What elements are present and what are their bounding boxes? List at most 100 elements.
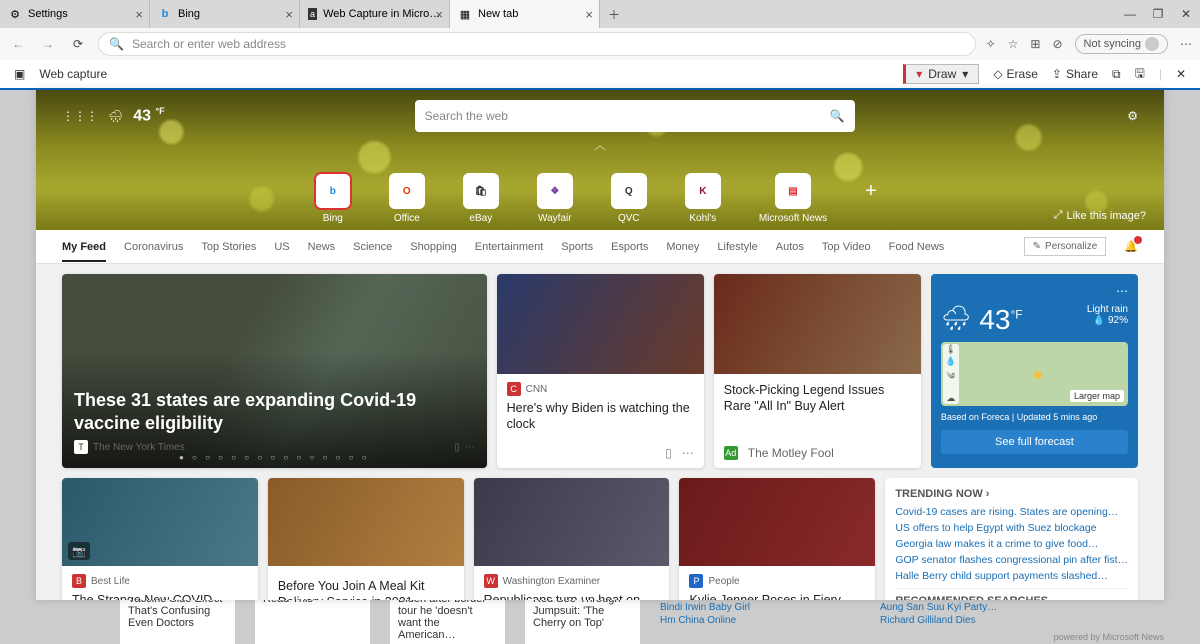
search-input[interactable]: Search the web 🔍: [415, 100, 855, 132]
collections-icon[interactable]: ⊞: [1030, 37, 1040, 51]
more-icon[interactable]: ⋯: [941, 284, 1128, 298]
settings-icon[interactable]: ⚙: [1127, 109, 1138, 123]
copy-icon[interactable]: ⧉: [1112, 67, 1121, 82]
notifications-button[interactable]: 🔔: [1124, 240, 1138, 253]
quicklink-kohl-s[interactable]: KKohl's: [685, 173, 721, 224]
quicklink-qvc[interactable]: QQVC: [611, 173, 647, 224]
news-card[interactable]: Before You Join A Meal Kit Delivery Serv…: [268, 478, 464, 600]
feednav-autos[interactable]: Autos: [776, 241, 804, 253]
headline-card[interactable]: These 31 states are expanding Covid-19 v…: [62, 274, 487, 468]
trending-link[interactable]: Halle Berry child support payments slash…: [895, 570, 1128, 582]
tab-newtab[interactable]: ▦New tab×: [450, 0, 600, 28]
chevron-up-icon[interactable]: ︿: [594, 138, 606, 152]
feednav-my-feed[interactable]: My Feed: [62, 241, 106, 262]
feednav-top-video[interactable]: Top Video: [822, 241, 871, 253]
quicklink-office[interactable]: OOffice: [389, 173, 425, 224]
weather-map[interactable]: 🌡💧༄☁ Larger map: [941, 342, 1128, 406]
source-label: People: [708, 576, 739, 587]
chevron-right-icon[interactable]: ›: [986, 488, 990, 500]
tab-settings[interactable]: ⚙Settings×: [0, 0, 150, 28]
feednav-money[interactable]: Money: [666, 241, 699, 253]
expand-icon: ⤢: [1054, 209, 1063, 222]
capture-toolbar: ▣ Web capture ▾Draw▾ ◇Erase ⇪Share ⧉ 🖫 |…: [0, 60, 1200, 90]
forecast-button[interactable]: See full forecast: [941, 430, 1128, 454]
news-card[interactable]: WWashington ExaminerRepublicans turn up …: [474, 478, 670, 600]
news-card-stock[interactable]: Stock-Picking Legend Issues Rare "All In…: [714, 274, 921, 468]
close-icon[interactable]: ×: [585, 7, 593, 22]
personalize-button[interactable]: ✎ Personalize: [1024, 237, 1107, 256]
trending-link[interactable]: Georgia law makes it a crime to give foo…: [895, 538, 1128, 550]
feed-grid: These 31 states are expanding Covid-19 v…: [36, 264, 1164, 478]
address-input[interactable]: 🔍 Search or enter web address: [98, 32, 976, 56]
like-image-button[interactable]: ⤢Like this image?: [1054, 209, 1146, 222]
close-capture-icon[interactable]: ✕: [1176, 67, 1186, 81]
rain-icon: 🌧: [941, 304, 971, 333]
refresh-button[interactable]: ⟳: [68, 37, 88, 51]
erase-button[interactable]: ◇Erase: [993, 67, 1038, 81]
news-card[interactable]: 📷BBest LifeThe Strange New COVID: [62, 478, 258, 600]
trending-link[interactable]: GOP senator flashes congressional pin af…: [895, 554, 1128, 566]
feednav-top-stories[interactable]: Top Stories: [201, 241, 256, 253]
quicklink-ebay[interactable]: 🛍eBay: [463, 173, 499, 224]
extensions-icon[interactable]: ⊘: [1052, 37, 1062, 51]
sync-button[interactable]: Not syncing: [1075, 34, 1168, 54]
tab-webcapture[interactable]: aWeb Capture in Microsoft Edge:×: [300, 0, 450, 28]
carousel-dots[interactable]: ● ○ ○ ○ ○ ○ ○ ○ ○ ○ ○ ○ ○ ○ ○: [179, 453, 370, 462]
feednav-entertainment[interactable]: Entertainment: [475, 241, 543, 253]
quicklink-microsoft-news[interactable]: ▤Microsoft News: [759, 173, 827, 224]
feednav-esports[interactable]: Esports: [611, 241, 648, 253]
add-quicklink-button[interactable]: +: [865, 181, 885, 201]
tile-icon: b: [315, 173, 351, 209]
new-tab-button[interactable]: ＋: [600, 0, 628, 28]
feednav-sports[interactable]: Sports: [561, 241, 593, 253]
capture-title: Web capture: [39, 67, 107, 81]
gear-icon: ⚙: [8, 7, 22, 21]
bookmark-icon[interactable]: ▯: [665, 446, 672, 460]
tab-label: New tab: [478, 8, 518, 20]
quicklink-label: QVC: [618, 213, 640, 224]
feednav-news[interactable]: News: [308, 241, 336, 253]
weather-card[interactable]: ⋯ 🌧 43°F Light rain 💧 92% 🌡💧༄☁ Larger ma…: [931, 274, 1138, 468]
more-icon[interactable]: ⋯: [465, 442, 475, 453]
feednav-science[interactable]: Science: [353, 241, 392, 253]
menu-icon[interactable]: ⋯: [1180, 37, 1192, 51]
draw-button[interactable]: ▾Draw▾: [903, 64, 979, 84]
close-window-icon[interactable]: ✕: [1172, 0, 1200, 28]
minimize-icon[interactable]: ―: [1116, 0, 1144, 28]
trending-link[interactable]: Covid-19 cases are rising. States are op…: [895, 506, 1128, 518]
source-label: CNN: [526, 384, 548, 395]
favorites-icon[interactable]: ☆: [1008, 37, 1019, 51]
card-title: Republicans turn up heat on: [484, 592, 660, 600]
forward-button[interactable]: →: [38, 37, 58, 51]
quicklink-label: Office: [394, 213, 420, 224]
news-card-biden[interactable]: CCNN Here's why Biden is watching the cl…: [497, 274, 704, 468]
tab-bing[interactable]: bBing×: [150, 0, 300, 28]
more-icon[interactable]: ⋯: [682, 446, 694, 460]
address-placeholder: Search or enter web address: [132, 37, 286, 51]
card-title: Stock-Picking Legend Issues Rare "All In…: [724, 382, 911, 415]
feednav-lifestyle[interactable]: Lifestyle: [717, 241, 757, 253]
quicklink-label: Microsoft News: [759, 213, 827, 224]
bookmark-icon[interactable]: ▯: [454, 442, 460, 453]
larger-map-button[interactable]: Larger map: [1070, 390, 1124, 402]
apps-icon[interactable]: ⋮⋮⋮: [62, 109, 98, 123]
close-icon[interactable]: ×: [435, 7, 443, 22]
save-icon[interactable]: 🖫: [1135, 64, 1145, 85]
source-label: The Motley Fool: [748, 446, 834, 460]
close-icon[interactable]: ×: [285, 7, 293, 22]
temp[interactable]: 43 °F: [133, 106, 164, 125]
feednav-coronavirus[interactable]: Coronavirus: [124, 241, 183, 253]
maximize-icon[interactable]: ❐: [1144, 0, 1172, 28]
back-button[interactable]: ←: [8, 37, 28, 51]
tracking-icon[interactable]: ✧: [986, 37, 996, 51]
quicklink-wayfair[interactable]: ❖Wayfair: [537, 173, 573, 224]
close-icon[interactable]: ×: [135, 7, 143, 22]
feednav-food-news[interactable]: Food News: [889, 241, 945, 253]
feednav-us[interactable]: US: [274, 241, 289, 253]
news-card[interactable]: PPeopleKylie Jenner Poses in Fiery: [679, 478, 875, 600]
search-icon[interactable]: 🔍: [830, 109, 845, 123]
feednav-shopping[interactable]: Shopping: [410, 241, 457, 253]
quicklink-bing[interactable]: bBing: [315, 173, 351, 224]
share-button[interactable]: ⇪Share: [1052, 67, 1098, 81]
trending-link[interactable]: US offers to help Egypt with Suez blocka…: [895, 522, 1128, 534]
